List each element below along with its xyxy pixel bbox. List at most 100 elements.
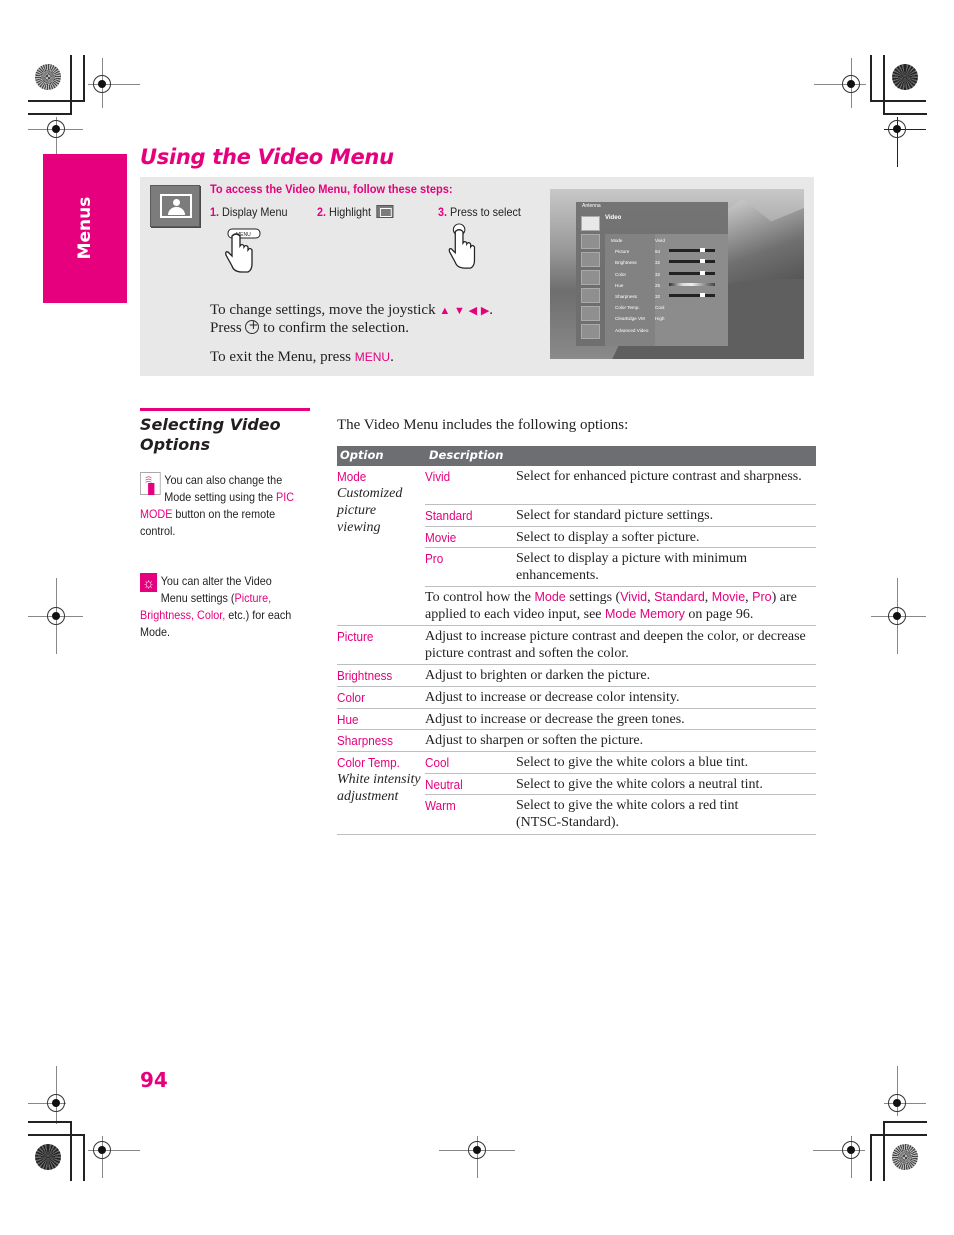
hand-pressing-menu-icon: MENU — [225, 228, 261, 273]
step-number: 3. — [438, 205, 448, 219]
tv-menu-row-value: High — [655, 316, 665, 322]
option-description: Adjust to brighten or darken the picture… — [425, 668, 651, 683]
column-header-option: Option — [340, 448, 384, 462]
tv-menu-slider — [669, 270, 715, 275]
option-description: Adjust to increase picture contrast and … — [425, 629, 806, 661]
mode-choices: Vivid Select for enhanced picture contra… — [425, 466, 816, 626]
page-number: 94 — [140, 1068, 168, 1092]
step-number: 2. — [317, 205, 327, 219]
instruction-text: To change settings, move the joystick — [210, 302, 436, 318]
tv-menu-row-value: 32 — [655, 294, 661, 299]
table-row: Vivid Select for enhanced picture contra… — [425, 466, 816, 505]
mode-memory-link[interactable]: Mode Memory — [605, 607, 685, 621]
tv-menu-section: Video — [605, 215, 622, 221]
option-name: Brightness — [337, 668, 393, 683]
hand-pressing-joystick-icon — [448, 223, 476, 269]
choice-name: Movie — [425, 530, 457, 545]
option-description: Adjust to increase or decrease the green… — [425, 712, 685, 727]
video-menu-icon — [150, 185, 200, 227]
crop-line — [28, 113, 72, 115]
choice-name: Vivid — [425, 469, 451, 484]
channel-icon — [581, 270, 600, 285]
tv-menu-row-name: Advanced Video — [615, 327, 649, 333]
step-3: 3. Press to select — [438, 205, 521, 219]
crop-line — [883, 55, 885, 115]
tv-menu-row: Brightness 32 — [615, 259, 715, 266]
option-name: Hue — [337, 712, 359, 727]
setup-icon — [581, 306, 600, 321]
registration-mark — [47, 1094, 65, 1112]
option-description: Adjust to increase or decrease color int… — [425, 690, 680, 705]
step-text: Highlight — [329, 205, 372, 219]
tv-menu-row-value: 25 — [655, 282, 661, 288]
choice-description: Select to give the white colors a blue t… — [516, 755, 749, 770]
registration-mark — [93, 75, 111, 93]
tv-menu-row-value: 32 — [655, 260, 661, 266]
access-heading: To access the Video Menu, follow these s… — [210, 182, 453, 196]
standard-ref: Standard — [654, 590, 705, 604]
tv-menu-source: Antenna — [582, 203, 601, 209]
tv-menu-row: Color Temp. Cool — [615, 305, 669, 310]
pro-ref: Pro — [752, 590, 772, 604]
table-row: Cool Select to give the white colors a b… — [425, 752, 816, 774]
table-row-color: Color Adjust to increase or decrease col… — [337, 687, 816, 709]
chapter-tab: Menus — [43, 154, 127, 303]
tv-menu-slider — [669, 259, 715, 264]
tv-menu-row: Color 32 — [615, 270, 715, 277]
tv-menu-row: Picture 64 — [615, 248, 715, 255]
table-row: Pro Select to display a picture with min… — [425, 548, 816, 587]
movie-ref: Movie — [711, 590, 746, 604]
section-rule — [140, 408, 310, 411]
table-row: Neutral Select to give the white colors … — [425, 774, 816, 795]
tv-menu-row-name: Picture — [615, 249, 630, 255]
choice-name: Standard — [425, 508, 473, 523]
instruction-text: Press — [210, 320, 242, 336]
option-name: Picture — [337, 629, 374, 644]
tip-note: ☼ You can alter the Video Menu settings … — [140, 573, 298, 641]
choice-description: Select to give the white colors a red ti… — [516, 798, 739, 830]
choice-description: Select for standard picture settings. — [516, 508, 714, 523]
column-header-description: Description — [429, 448, 504, 462]
arrow-right-icon: ▶ — [480, 305, 490, 317]
tv-menu-row: ClearEdge VM High — [615, 316, 669, 321]
table-intro: The Video Menu includes the following op… — [337, 417, 629, 433]
remote-control-icon — [140, 472, 161, 495]
step-text: Display Menu — [222, 205, 288, 219]
tv-menu-row-name: Mode — [611, 238, 623, 243]
option-description: Adjust to sharpen or soften the picture. — [425, 733, 644, 748]
tv-menu-row-name: Color Temp. — [615, 305, 640, 311]
tv-menu-row-value: 64 — [655, 249, 661, 255]
section-title-line: Selecting Video — [140, 415, 281, 434]
registration-mark — [47, 607, 65, 625]
tv-menu-icon-column — [581, 216, 603, 342]
choice-description: Select to display a picture with minimum… — [516, 551, 747, 583]
crop-line — [870, 55, 872, 102]
table-row: Movie Select to display a softer picture… — [425, 527, 816, 548]
choice-name: Warm — [425, 798, 456, 813]
choice-description: Select for enhanced picture contrast and… — [516, 469, 802, 484]
choice-name: Neutral — [425, 777, 463, 792]
option-name: Sharpness — [337, 733, 393, 748]
tv-menu-overlay: Antenna Video Mode Vivid Picture 64 Brightne… — [576, 202, 728, 346]
crop-line — [28, 1121, 72, 1123]
crop-line — [83, 55, 85, 102]
registration-mark — [842, 75, 860, 93]
crop-line — [70, 55, 72, 115]
mode-memory-note: To control how the Mode settings (Vivid,… — [425, 590, 797, 622]
video-menu-icon-small — [376, 205, 394, 218]
tv-menu-slider — [669, 248, 715, 253]
tv-menu-row-name: ClearEdge VM — [615, 316, 645, 322]
menu-button-ref: MENU — [354, 350, 391, 364]
crop-line — [83, 1134, 85, 1181]
registration-rosette-bottom-right — [892, 1144, 918, 1170]
choice-description: Select to give the white colors a neutra… — [516, 777, 763, 792]
table-header: Option Description — [337, 446, 816, 466]
crop-line — [28, 100, 84, 102]
crop-line — [28, 1134, 85, 1136]
instruction-text: To exit the Menu, press — [210, 349, 352, 365]
registration-mark — [888, 1094, 906, 1112]
tv-menu-row-name: Color — [615, 271, 626, 277]
registration-rosette-top-right — [892, 64, 918, 90]
crop-line — [883, 1121, 927, 1123]
step-2: 2. Highlight — [317, 205, 394, 219]
